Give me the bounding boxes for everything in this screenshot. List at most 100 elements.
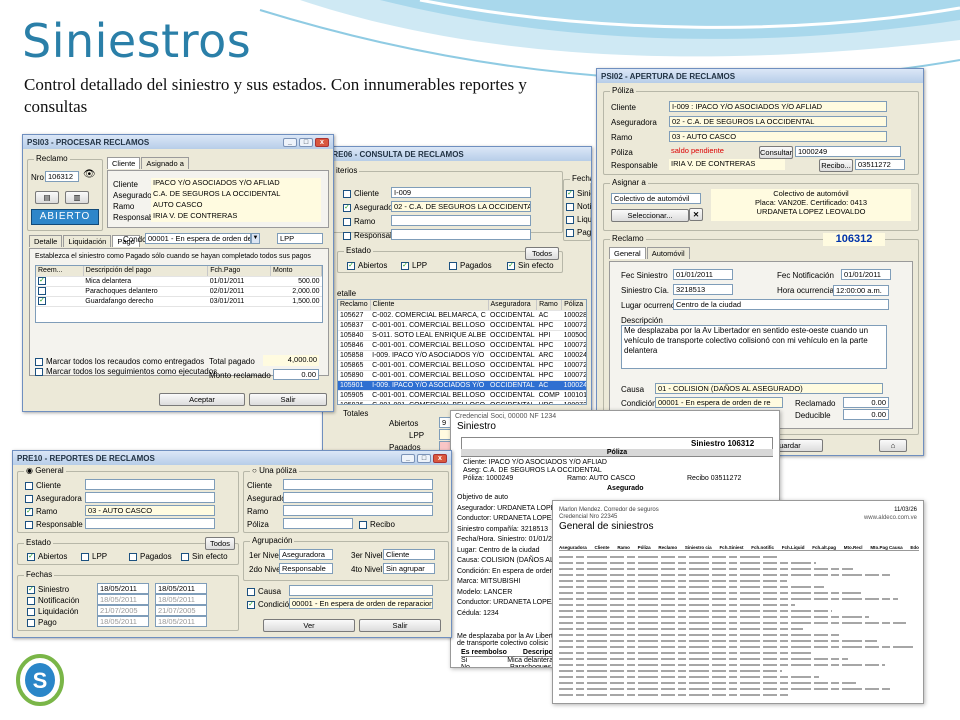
check-causa[interactable]: Causa xyxy=(247,587,281,596)
checkbox[interactable] xyxy=(27,618,35,627)
check-recibo[interactable]: Recibo xyxy=(359,520,395,529)
column-header[interactable]: Ramo xyxy=(536,300,563,311)
table-row[interactable]: 105846 C-001-001. COMERCIAL BELLOSO OCCIDE… xyxy=(338,340,586,351)
todos-button[interactable]: Todos xyxy=(525,247,559,260)
nro-input[interactable]: 106312 xyxy=(45,171,79,182)
right-ramo-field[interactable] xyxy=(283,505,433,516)
check-recaudos[interactable]: Marcar todos los recaudos como entregado… xyxy=(35,357,204,366)
title-bar[interactable]: PSI03 - PROCESAR RECLAMOS _ □ x xyxy=(23,135,333,149)
checkbox[interactable]: ✓ xyxy=(247,600,255,609)
reclamos-grid[interactable]: Reclamo Cliente Aseguradora Ramo Póliza 1056… xyxy=(337,299,587,405)
reembolso-cell[interactable]: ✓ xyxy=(36,296,84,307)
checkbox[interactable]: ✓ xyxy=(25,507,33,516)
column-header[interactable]: Aseguradora xyxy=(488,300,538,311)
checkbox[interactable]: ✓ xyxy=(38,277,46,285)
recibo-button[interactable]: Recibo... xyxy=(819,159,853,172)
maximize-icon[interactable]: □ xyxy=(299,137,313,147)
causa-field[interactable] xyxy=(289,585,433,596)
checkbox[interactable] xyxy=(566,215,574,224)
check-condicion[interactable]: ✓ Condición xyxy=(247,600,294,609)
checkbox[interactable]: ✓ xyxy=(27,552,35,561)
minimize-icon[interactable]: _ xyxy=(283,137,297,147)
right-cliente-field[interactable] xyxy=(283,479,433,490)
column-header[interactable]: Descripción del pago xyxy=(83,266,209,277)
check-seguimientos[interactable]: Marcar todos los seguimientos como ejecu… xyxy=(35,367,217,376)
lpp-select[interactable]: LPP xyxy=(277,233,323,244)
estado-lpp[interactable]: ✓ LPP xyxy=(401,261,427,270)
print-icon[interactable]: ▤ xyxy=(35,191,59,204)
checkbox[interactable] xyxy=(566,228,574,237)
tab-liquidacion[interactable]: Liquidación xyxy=(63,235,112,247)
checkbox[interactable]: ✓ xyxy=(401,261,409,270)
checkbox[interactable] xyxy=(35,367,43,376)
check-ramo[interactable]: Ramo xyxy=(343,217,375,226)
tab-general[interactable]: General xyxy=(609,247,646,259)
title-bar[interactable]: PSI02 - APERTURA DE RECLAMOS xyxy=(597,69,923,83)
siniestro-cia-input[interactable]: 3218513 xyxy=(673,284,733,295)
table-row[interactable]: 105905 C-001-001. COMERCIAL BELLOSO OCCIDE… xyxy=(338,390,586,401)
checkbox[interactable] xyxy=(35,357,43,366)
salir-button[interactable]: Salir xyxy=(359,619,441,632)
checkbox[interactable] xyxy=(566,202,574,211)
cliente-select[interactable]: I-009 : IPACO Y/O ASOCIADOS Y/O AFLIAD xyxy=(669,101,887,112)
causa-select[interactable]: 01 - COLISION (DAÑOS AL ASEGURADO) xyxy=(655,383,883,394)
ramo-field[interactable]: 03 - AUTO CASCO xyxy=(85,505,215,516)
fecha-check-row[interactable]: Notificación xyxy=(27,596,79,605)
table-row[interactable]: 105858 I-009. IPACO Y/O ASOCIADOS Y/O OCCI… xyxy=(338,350,586,361)
minimize-icon[interactable]: _ xyxy=(401,453,415,463)
monto-reclamado-input[interactable]: 0.00 xyxy=(273,369,319,380)
checkbox[interactable] xyxy=(343,217,351,226)
estado-lpp[interactable]: LPP xyxy=(81,552,107,561)
checkbox[interactable]: ✓ xyxy=(38,297,46,305)
responsable-field[interactable] xyxy=(85,518,215,529)
checkbox[interactable]: ✓ xyxy=(566,189,574,198)
table-row[interactable]: 105901 I-009. IPACO Y/O ASOCIADOS Y/O OCCI… xyxy=(338,380,586,391)
checkbox[interactable] xyxy=(359,520,367,529)
lugar-input[interactable]: Centro de la ciudad xyxy=(673,299,889,310)
estado-sin-efecto[interactable]: ✓ Sin efecto xyxy=(507,261,554,270)
responsable-field[interactable] xyxy=(391,229,531,240)
fecha-check-row[interactable]: Pago xyxy=(27,618,57,627)
right-poliza-field[interactable] xyxy=(283,518,353,529)
condicion-select[interactable]: 00001 - En espera de orden de re xyxy=(655,397,783,408)
todos-button[interactable]: Todos xyxy=(205,537,235,550)
check-cliente[interactable]: Cliente xyxy=(25,481,61,490)
checkbox[interactable]: ✓ xyxy=(343,203,351,212)
maximize-icon[interactable]: □ xyxy=(417,453,431,463)
consultar-button[interactable]: Consultar xyxy=(759,146,793,159)
column-header[interactable]: Fch.Pago xyxy=(207,266,272,277)
fecha-hasta-input[interactable]: 18/05/2011 xyxy=(155,594,207,605)
table-row[interactable]: 105865 C-001-001. COMERCIAL BELLOSO OCCIDE… xyxy=(338,360,586,371)
check-cliente[interactable]: Cliente xyxy=(343,189,379,198)
fec-notif-input[interactable]: 01/01/2011 xyxy=(841,269,891,280)
asignar-select[interactable]: Colectivo de automóvil xyxy=(611,193,701,204)
cliente-field[interactable] xyxy=(85,479,215,490)
checkbox[interactable] xyxy=(129,552,137,561)
table-row[interactable]: 105840 S-011. SOTO LEAL ENRIQUE ALBE OCCID… xyxy=(338,330,586,341)
salir-button[interactable]: Salir xyxy=(249,393,327,406)
una-poliza-radio[interactable]: ○ Una póliza xyxy=(250,466,299,475)
hora-input[interactable]: 12:00:00 a.m. xyxy=(833,285,889,296)
fecha-check-siniestro[interactable]: ✓Sinies xyxy=(566,189,591,198)
checkbox[interactable] xyxy=(38,287,46,295)
fecha-hasta-input[interactable]: 18/05/2011 xyxy=(155,583,207,594)
binoculars-icon[interactable]: 👁 xyxy=(83,169,96,180)
fecha-desde-input[interactable]: 18/05/2011 xyxy=(97,594,149,605)
close-icon[interactable]: x xyxy=(315,137,329,147)
fecha-check-liquidacion[interactable]: Liquid xyxy=(566,215,591,224)
checkbox[interactable] xyxy=(25,481,33,490)
fecha-desde-input[interactable]: 18/05/2011 xyxy=(97,583,149,594)
checkbox[interactable] xyxy=(247,587,255,596)
checkbox[interactable] xyxy=(27,596,35,605)
column-header[interactable]: Monto xyxy=(270,266,322,277)
checkbox[interactable]: ✓ xyxy=(507,261,515,270)
tab-asignado[interactable]: Asignado a xyxy=(141,157,189,169)
aseguradora-select[interactable]: 02 - C.A. DE SEGUROS LA OCCIDENTAL xyxy=(669,116,887,127)
fecha-check-row[interactable]: ✓ Siniestro xyxy=(27,585,69,594)
checkbox[interactable] xyxy=(25,494,33,503)
general-radio[interactable]: ◉ General xyxy=(24,466,66,475)
fecha-hasta-input[interactable]: 18/05/2011 xyxy=(155,616,207,627)
cliente-field[interactable]: I-009 xyxy=(391,187,531,198)
descripcion-textarea[interactable]: Me desplazaba por la Av Libertador en se… xyxy=(621,325,887,369)
checkbox[interactable] xyxy=(81,552,89,561)
